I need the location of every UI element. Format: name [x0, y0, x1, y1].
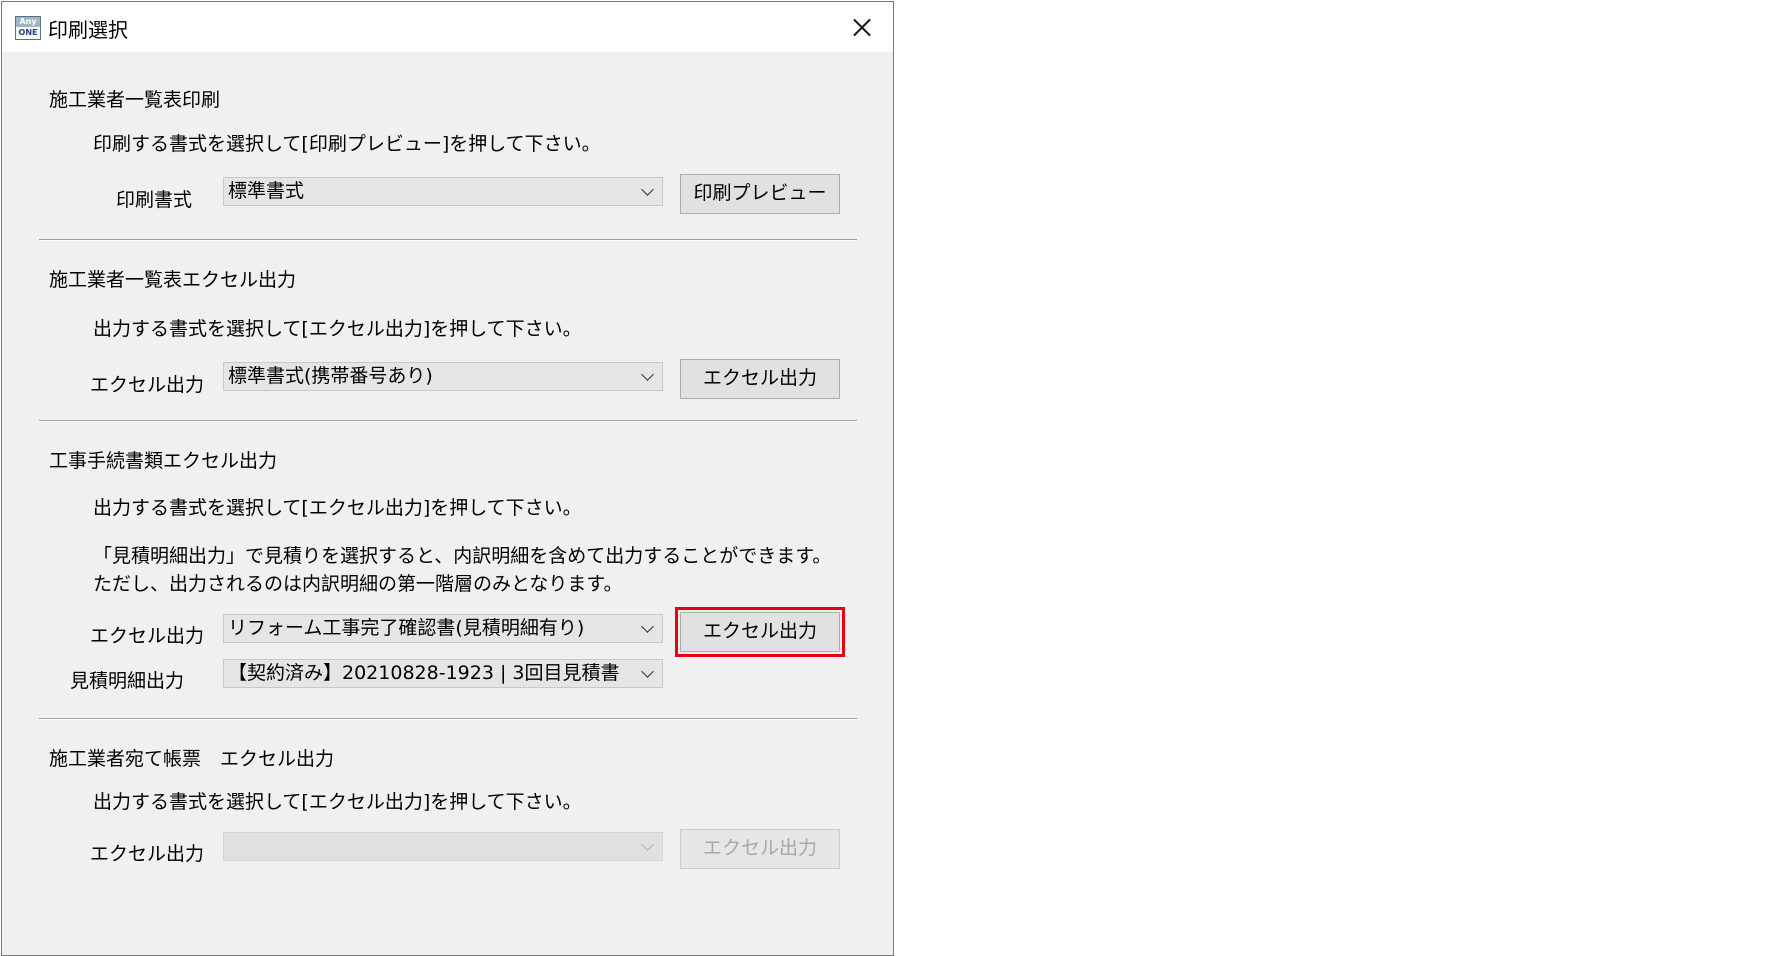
contractor-forms-instruction: 出力する書式を選択して[エクセル出力]を押して下さい。	[93, 791, 582, 813]
contractor-excel-label: エクセル出力	[90, 374, 205, 396]
estimate-detail-value: 【契約済み】20210828-1923 | 3回目見積書	[228, 662, 620, 684]
print-format-select[interactable]: 標準書式	[223, 177, 663, 206]
section-heading-contractor-excel: 施工業者一覧表エクセル出力	[49, 269, 297, 291]
title-bar: Any ONE 印刷選択	[2, 2, 893, 52]
chevron-down-icon	[641, 183, 654, 196]
contractor-forms-excel-export-button: エクセル出力	[680, 829, 840, 869]
estimate-note-line-2: ただし、出力されるのは内訳明細の第一階層のみとなります。	[93, 573, 623, 595]
contractor-forms-excel-label: エクセル出力	[90, 843, 205, 865]
contractor-excel-format-select[interactable]: 標準書式(携帯番号あり)	[223, 362, 663, 391]
estimate-detail-label: 見積明細出力	[70, 670, 185, 692]
section-heading-contractor-forms: 施工業者宛て帳票 エクセル出力	[49, 748, 335, 770]
window-title: 印刷選択	[48, 18, 128, 42]
construction-docs-format-value: リフォーム工事完了確認書(見積明細有り)	[228, 617, 585, 639]
print-instruction: 印刷する書式を選択して[印刷プレビュー]を押して下さい。	[93, 133, 601, 155]
chevron-down-icon	[641, 620, 654, 633]
app-icon-top-text: Any	[19, 17, 37, 26]
section-heading-construction-docs: 工事手続書類エクセル出力	[49, 450, 278, 472]
chevron-down-icon	[641, 368, 654, 381]
construction-docs-excel-label: エクセル出力	[90, 625, 205, 647]
contractor-excel-export-button[interactable]: エクセル出力	[680, 359, 840, 399]
app-icon: Any ONE	[15, 16, 41, 40]
close-icon[interactable]	[842, 10, 882, 44]
contractor-excel-format-value: 標準書式(携帯番号あり)	[228, 365, 433, 387]
contractor-excel-instruction: 出力する書式を選択して[エクセル出力]を押して下さい。	[93, 318, 582, 340]
chevron-down-icon	[641, 665, 654, 678]
contractor-forms-format-select	[223, 832, 663, 861]
section-heading-print: 施工業者一覧表印刷	[49, 89, 221, 111]
section-divider	[39, 420, 857, 422]
print-preview-button[interactable]: 印刷プレビュー	[680, 174, 840, 214]
construction-docs-excel-export-button[interactable]: エクセル出力	[675, 607, 845, 657]
construction-docs-instruction: 出力する書式を選択して[エクセル出力]を押して下さい。	[93, 497, 582, 519]
estimate-note-line-1: 「見積明細出力」で見積りを選択すると、内訳明細を含めて出力することができます。	[93, 545, 832, 567]
section-divider	[39, 239, 857, 241]
print-format-value: 標準書式	[228, 180, 305, 202]
estimate-detail-select[interactable]: 【契約済み】20210828-1923 | 3回目見積書	[223, 659, 663, 688]
print-selection-dialog: Any ONE 印刷選択 施工業者一覧表印刷 印刷する書式を選択して[印刷プレビ…	[1, 1, 894, 956]
print-format-label: 印刷書式	[116, 189, 193, 211]
section-divider	[39, 718, 857, 720]
app-icon-bottom-text: ONE	[18, 28, 38, 37]
construction-docs-format-select[interactable]: リフォーム工事完了確認書(見積明細有り)	[223, 614, 663, 643]
chevron-down-icon	[641, 838, 654, 851]
